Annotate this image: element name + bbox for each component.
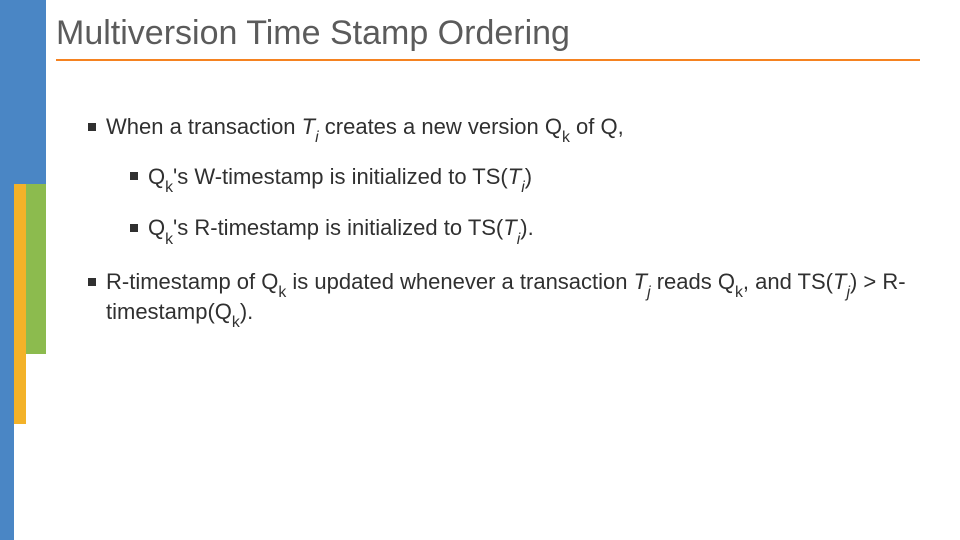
bullet-1b: Qk's R-timestamp is initialized to TS(Ti… bbox=[130, 213, 924, 243]
sub-k: k bbox=[232, 314, 240, 331]
decor-stripe-side bbox=[0, 0, 14, 540]
sub-k: k bbox=[735, 284, 743, 301]
text: ). bbox=[240, 299, 253, 324]
text: ). bbox=[520, 215, 533, 240]
bullet-2: R-timestamp of Qk is updated whenever a … bbox=[88, 267, 924, 326]
slide-body: When a transaction Ti creates a new vers… bbox=[88, 112, 924, 350]
sub-k: k bbox=[165, 231, 173, 248]
sub-i: i bbox=[517, 231, 521, 248]
var-T: T bbox=[833, 269, 846, 294]
text: of Q, bbox=[570, 114, 624, 139]
text: creates a new version Q bbox=[319, 114, 562, 139]
text: , and TS( bbox=[743, 269, 833, 294]
sub-j: j bbox=[647, 284, 651, 301]
sub-k: k bbox=[562, 129, 570, 146]
sub-i: i bbox=[521, 179, 525, 196]
text: R-timestamp of Q bbox=[106, 269, 278, 294]
text: Q bbox=[148, 164, 165, 189]
sub-i: i bbox=[315, 129, 319, 146]
bullet-1a: Qk's W-timestamp is initialized to TS(Ti… bbox=[130, 162, 924, 192]
sub-k: k bbox=[278, 284, 286, 301]
text: ) bbox=[525, 164, 532, 189]
var-T: T bbox=[508, 164, 521, 189]
text: reads Q bbox=[651, 269, 735, 294]
var-T: T bbox=[634, 269, 647, 294]
sub-k: k bbox=[165, 179, 173, 196]
bullet-1: When a transaction Ti creates a new vers… bbox=[88, 112, 924, 243]
var-T: T bbox=[302, 114, 315, 139]
title-divider: Multiversion Time Stamp Ordering bbox=[56, 14, 920, 61]
text: 's R-timestamp is initialized to TS( bbox=[173, 215, 503, 240]
text: Q bbox=[148, 215, 165, 240]
text: When a transaction bbox=[106, 114, 302, 139]
sub-j: j bbox=[846, 284, 850, 301]
slide: Multiversion Time Stamp Ordering When a … bbox=[0, 0, 960, 540]
slide-title: Multiversion Time Stamp Ordering bbox=[56, 14, 920, 53]
text: 's W-timestamp is initialized to TS( bbox=[173, 164, 508, 189]
text: is updated whenever a transaction bbox=[286, 269, 633, 294]
var-T: T bbox=[503, 215, 516, 240]
